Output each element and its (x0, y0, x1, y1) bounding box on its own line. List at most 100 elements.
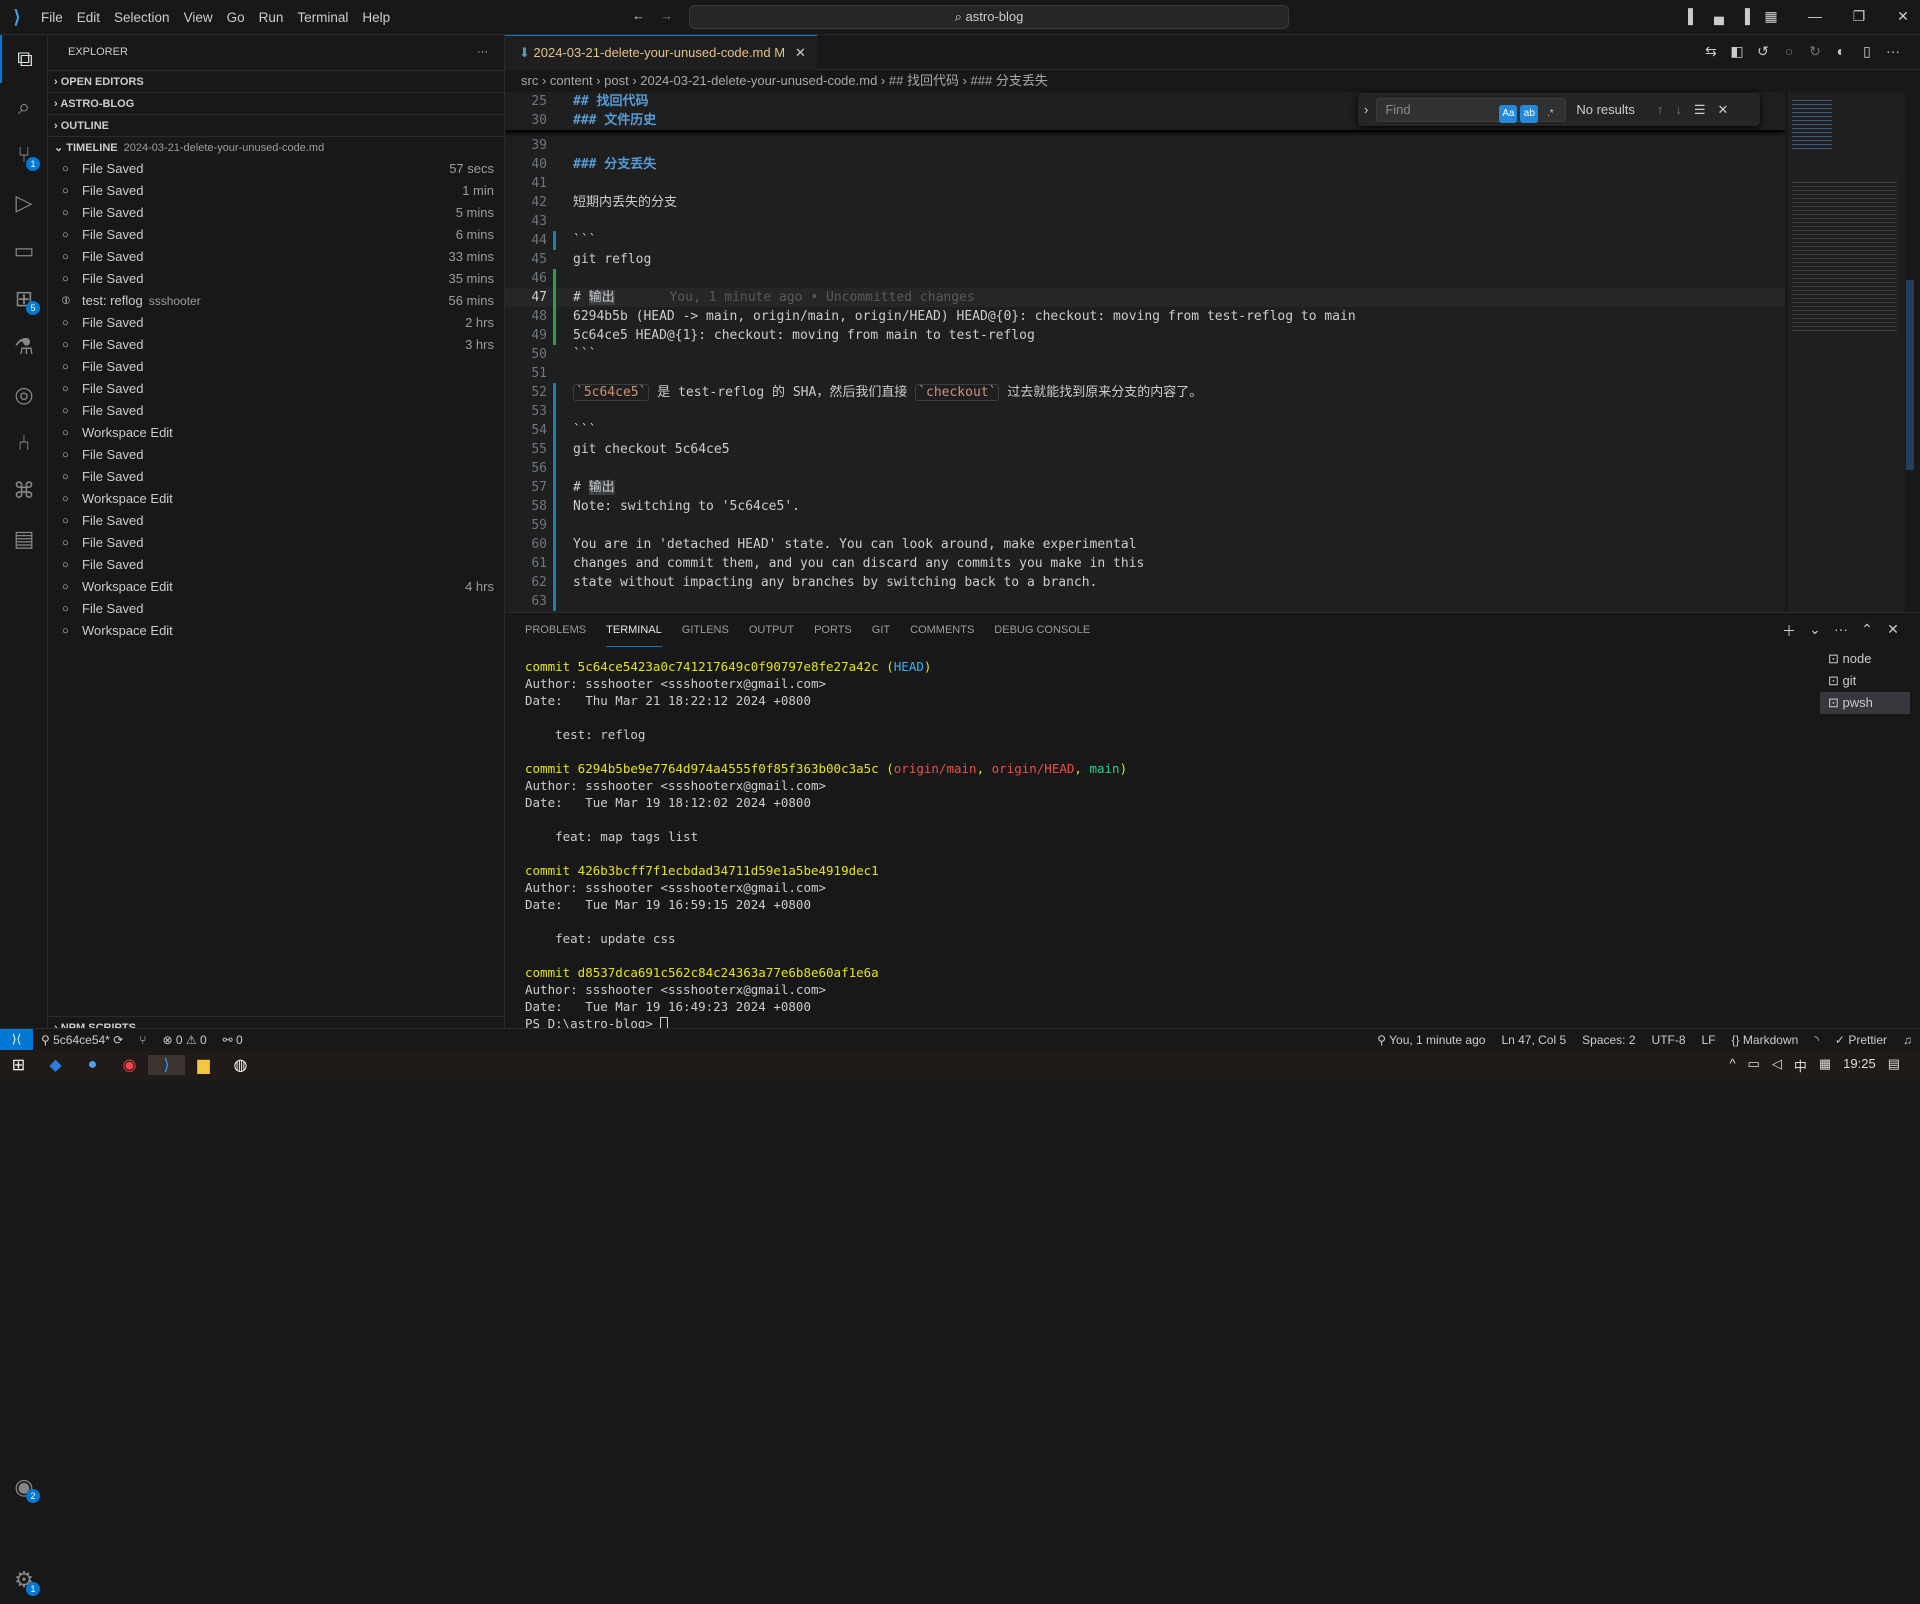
menu-terminal[interactable]: Terminal (290, 10, 355, 25)
close-window-icon[interactable]: ✕ (1890, 8, 1916, 25)
timeline-item[interactable]: ○ File Saved 33 mins (48, 246, 504, 268)
toggle-panel-icon[interactable]: ▄ (1706, 8, 1732, 25)
timeline-item[interactable]: ○ Workspace Edit 4 hrs (48, 576, 504, 598)
timeline-item[interactable]: ○ Workspace Edit (48, 620, 504, 642)
terminal-dropdown-icon[interactable]: ⌄ (1802, 621, 1828, 641)
activity-testing[interactable]: ⚗ (0, 323, 48, 371)
menu-view[interactable]: View (177, 10, 220, 25)
blame-status[interactable]: ⚲ You, 1 minute ago (1369, 1033, 1493, 1047)
menu-edit[interactable]: Edit (70, 10, 107, 25)
git-graph-icon[interactable]: ◐ (1828, 43, 1854, 60)
menu-file[interactable]: File (34, 10, 70, 25)
timeline-item[interactable]: ○ File Saved 35 mins (48, 268, 504, 290)
regex-toggle[interactable]: .* (1541, 105, 1559, 123)
settings-gear-icon[interactable]: ⚙ 1 (0, 1556, 48, 1604)
previous-match-icon[interactable]: ↑ (1657, 102, 1664, 117)
new-terminal-icon[interactable]: ＋ (1776, 621, 1802, 641)
find-input[interactable]: Find Aa ab .* (1376, 97, 1567, 123)
timeline-item[interactable]: ○ File Saved (48, 400, 504, 422)
command-center-search[interactable]: ⌕ astro-blog (689, 5, 1289, 29)
section-outline[interactable]: › OUTLINE (48, 114, 504, 136)
timeline-item[interactable]: ⦶ test: reflog ssshooter 56 mins (48, 290, 504, 312)
tab-debug-console[interactable]: DEBUG CONSOLE (994, 613, 1090, 647)
prettier-status[interactable]: ✓ Prettier (1827, 1033, 1895, 1047)
minimap[interactable] (1788, 92, 1905, 612)
timeline-item[interactable]: ○ File Saved 57 secs (48, 158, 504, 180)
next-revision-icon[interactable]: ↻ (1802, 43, 1828, 60)
ports-status[interactable]: ⚯ 0 (215, 1033, 251, 1047)
minimize-icon[interactable]: — (1802, 8, 1828, 25)
tray-chevron-icon[interactable]: ^ (1729, 1056, 1735, 1075)
split-editor-icon[interactable]: ▯ (1854, 43, 1880, 60)
breadcrumb-item[interactable]: content (550, 73, 593, 88)
timeline-item[interactable]: ○ Workspace Edit (48, 488, 504, 510)
tab-ports[interactable]: PORTS (814, 613, 852, 647)
encoding[interactable]: UTF-8 (1644, 1033, 1694, 1047)
tab-git[interactable]: GIT (872, 613, 890, 647)
timeline-item[interactable]: ○ File Saved (48, 554, 504, 576)
windows-start-icon[interactable]: ⊞ (0, 1055, 37, 1075)
ime-indicator[interactable]: 中 (1794, 1056, 1807, 1075)
timeline-item[interactable]: ○ File Saved 1 min (48, 180, 504, 202)
tab-problems[interactable]: PROBLEMS (525, 613, 586, 647)
find-in-selection-icon[interactable]: ☰ (1694, 102, 1706, 118)
timeline-item[interactable]: ○ File Saved (48, 510, 504, 532)
qq-icon[interactable]: ◍ (222, 1055, 259, 1075)
notifications-bell-icon[interactable]: ♫ (1895, 1033, 1920, 1047)
timeline-item[interactable]: ○ Workspace Edit (48, 422, 504, 444)
breadcrumb-item[interactable]: ## 找回代码 (889, 73, 959, 88)
section-open-editors[interactable]: › OPEN EDITORS (48, 70, 504, 92)
tab-gitlens[interactable]: GITLENS (682, 613, 729, 647)
branch-status[interactable]: ⚲ 5c64ce54* ⟳ (33, 1033, 131, 1047)
indentation[interactable]: Spaces: 2 (1574, 1033, 1643, 1047)
match-case-toggle[interactable]: Aa (1499, 104, 1518, 123)
menu-run[interactable]: Run (252, 10, 291, 25)
timeline-item[interactable]: ○ File Saved 3 hrs (48, 334, 504, 356)
toggle-sidebar-icon[interactable]: ▌ (1680, 8, 1706, 25)
activity-remote-explorer[interactable]: ▭ (0, 227, 48, 275)
close-tab-icon[interactable]: ✕ (795, 45, 806, 60)
open-changes-icon[interactable]: ⇆ (1698, 43, 1724, 60)
end-of-line[interactable]: LF (1694, 1033, 1724, 1047)
panel-more-icon[interactable]: ··· (1828, 621, 1854, 641)
accounts-icon[interactable]: ◉ 2 (0, 1463, 48, 1511)
menu-selection[interactable]: Selection (107, 10, 177, 25)
activity-run-debug[interactable]: ▷ (0, 179, 48, 227)
next-match-icon[interactable]: ↓ (1675, 102, 1682, 117)
gitlens-icon[interactable]: ⑂ (131, 1033, 154, 1047)
timeline-item[interactable]: ○ File Saved (48, 598, 504, 620)
more-icon[interactable]: ··· (1880, 43, 1906, 60)
problems-status[interactable]: ⊗ 0 ⚠ 0 (154, 1033, 214, 1047)
app-icon[interactable]: ◆ (37, 1055, 74, 1075)
section-astro-blog[interactable]: › ASTRO-BLOG (48, 92, 504, 114)
tab-terminal[interactable]: TERMINAL (606, 613, 662, 647)
previous-revision-icon[interactable]: ↺ (1750, 43, 1776, 60)
activity-comments[interactable]: ▤ (0, 515, 48, 563)
close-find-icon[interactable]: ✕ (1718, 102, 1729, 118)
timeline-item[interactable]: ○ File Saved (48, 466, 504, 488)
notification-center-icon[interactable]: ▤ (1888, 1056, 1900, 1075)
maximize-panel-icon[interactable]: ⌃ (1854, 621, 1880, 641)
match-whole-word-toggle[interactable]: ab (1520, 104, 1539, 123)
breadcrumb-item[interactable]: ### 分支丢失 (971, 73, 1048, 88)
timeline-item[interactable]: ○ File Saved (48, 356, 504, 378)
cursor-position[interactable]: Ln 47, Col 5 (1493, 1033, 1574, 1047)
forward-arrow-icon[interactable]: → (660, 8, 673, 23)
tab-output[interactable]: OUTPUT (749, 613, 794, 647)
terminal-instance-node[interactable]: ⊡ node (1820, 648, 1910, 670)
back-arrow-icon[interactable]: ← (632, 8, 645, 23)
toggle-replace-icon[interactable]: › (1364, 102, 1368, 117)
activity-extensions[interactable]: ⊞ 5 (0, 275, 48, 323)
toggle-secondary-sidebar-icon[interactable]: ▐ (1732, 8, 1758, 25)
breadcrumb-item[interactable]: src (521, 73, 538, 88)
terminal-instance-pwsh[interactable]: ⊡ pwsh (1820, 692, 1910, 714)
file-explorer-icon[interactable]: ▆ (185, 1055, 222, 1075)
close-panel-icon[interactable]: ✕ (1880, 621, 1906, 641)
timeline-item[interactable]: ○ File Saved (48, 532, 504, 554)
timeline-item[interactable]: ○ File Saved (48, 378, 504, 400)
customize-layout-icon[interactable]: ▦ (1758, 8, 1784, 25)
breadcrumb-item[interactable]: 2024-03-21-delete-your-unused-code.md (640, 73, 877, 88)
remote-indicator-icon[interactable]: ⟩⟨ (0, 1029, 33, 1050)
volume-icon[interactable]: ◁ (1772, 1056, 1782, 1075)
code-editor[interactable]: 25 ## 找回代码 30 ### 文件历史 39 40 ### 分支丢失 41 42 短期内丢… (505, 92, 1785, 612)
